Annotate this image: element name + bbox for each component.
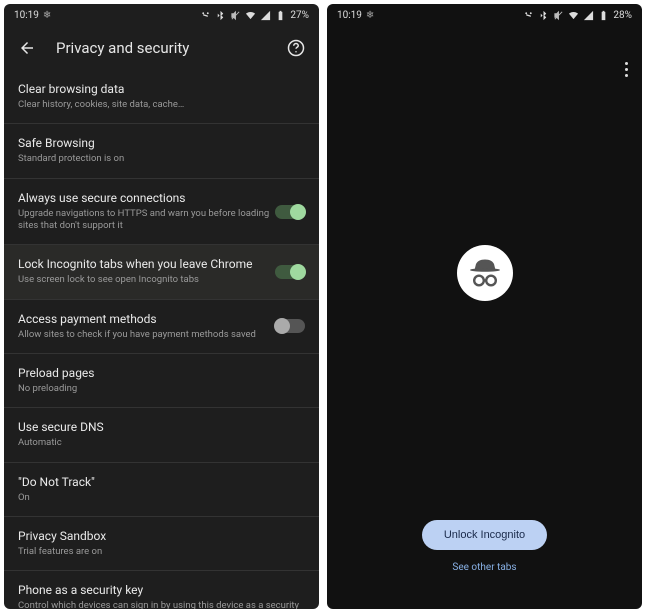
help-button[interactable] xyxy=(283,35,309,61)
row-title: Always use secure connections xyxy=(18,191,275,205)
row-title: Phone as a security key xyxy=(18,583,305,597)
status-icons: 27% xyxy=(200,10,309,21)
settings-list: Clear browsing data Clear history, cookie… xyxy=(4,70,319,609)
row-title: Use secure DNS xyxy=(18,420,305,434)
status-icons: 28% xyxy=(523,10,632,21)
row-payment-methods[interactable]: Access payment methods Allow sites to che… xyxy=(4,300,319,354)
mute-icon xyxy=(230,10,241,21)
cast-icon xyxy=(200,10,211,21)
wifi-icon xyxy=(568,10,579,21)
incognito-lock-screen: 10:19 ❄ 28% xyxy=(327,4,642,609)
toggle-secure-connections[interactable] xyxy=(275,205,305,219)
unlock-incognito-button[interactable]: Unlock Incognito xyxy=(422,520,547,550)
battery-icon xyxy=(598,10,609,21)
mute-icon xyxy=(553,10,564,21)
bluetooth-icon xyxy=(538,10,549,21)
row-title: Privacy Sandbox xyxy=(18,529,305,543)
cast-icon xyxy=(523,10,534,21)
row-sub: Clear history, cookies, site data, cache… xyxy=(18,99,305,111)
row-preload-pages[interactable]: Preload pages No preloading xyxy=(4,354,319,408)
arrow-back-icon xyxy=(18,39,36,57)
toggle-payment-methods[interactable] xyxy=(275,319,305,333)
signal-icon xyxy=(260,10,271,21)
page-title: Privacy and security xyxy=(56,39,283,57)
overflow-menu-button[interactable] xyxy=(625,62,628,77)
back-button[interactable] xyxy=(14,35,40,61)
row-sub: Standard protection is on xyxy=(18,153,305,165)
row-privacy-sandbox[interactable]: Privacy Sandbox Trial features are on xyxy=(4,517,319,571)
battery-icon xyxy=(275,10,286,21)
row-title: Lock Incognito tabs when you leave Chrom… xyxy=(18,257,275,271)
row-sub: No preloading xyxy=(18,383,305,395)
incognito-icon xyxy=(467,255,503,291)
row-sub: Allow sites to check if you have payment… xyxy=(18,329,275,341)
row-sub: Trial features are on xyxy=(18,546,305,558)
row-clear-browsing-data[interactable]: Clear browsing data Clear history, cookie… xyxy=(4,70,319,124)
row-secure-dns[interactable]: Use secure DNS Automatic xyxy=(4,408,319,462)
row-secure-connections[interactable]: Always use secure connections Upgrade nav… xyxy=(4,179,319,246)
row-title: Preload pages xyxy=(18,366,305,380)
weather-icon: ❄ xyxy=(43,10,51,21)
battery-pct: 27% xyxy=(290,10,309,21)
wifi-icon xyxy=(245,10,256,21)
status-time: 10:19 xyxy=(14,10,39,21)
bluetooth-icon xyxy=(215,10,226,21)
row-title: "Do Not Track" xyxy=(18,475,305,489)
incognito-indicator xyxy=(327,26,642,520)
row-title: Safe Browsing xyxy=(18,136,305,150)
row-sub: Automatic xyxy=(18,437,305,449)
row-safe-browsing[interactable]: Safe Browsing Standard protection is on xyxy=(4,124,319,178)
header: Privacy and security xyxy=(4,26,319,70)
status-bar: 10:19 ❄ 27% xyxy=(4,4,319,26)
row-title: Clear browsing data xyxy=(18,82,305,96)
row-phone-security-key[interactable]: Phone as a security key Control which dev… xyxy=(4,571,319,609)
weather-icon: ❄ xyxy=(366,10,374,21)
row-sub: Use screen lock to see open Incognito ta… xyxy=(18,274,275,286)
row-sub: On xyxy=(18,492,305,504)
row-do-not-track[interactable]: "Do Not Track" On xyxy=(4,463,319,517)
row-lock-incognito[interactable]: Lock Incognito tabs when you leave Chrom… xyxy=(4,245,319,299)
settings-screen: 10:19 ❄ 27% Privacy and security xyxy=(4,4,319,609)
row-sub: Upgrade navigations to HTTPS and warn yo… xyxy=(18,208,275,233)
signal-icon xyxy=(583,10,594,21)
incognito-icon-circle xyxy=(457,245,513,301)
status-bar: 10:19 ❄ 28% xyxy=(327,4,642,26)
row-title: Access payment methods xyxy=(18,312,275,326)
toggle-lock-incognito[interactable] xyxy=(275,265,305,279)
row-sub: Control which devices can sign in by usi… xyxy=(18,600,305,609)
status-time: 10:19 xyxy=(337,10,362,21)
help-icon xyxy=(287,39,305,57)
see-other-tabs-link[interactable]: See other tabs xyxy=(452,562,516,573)
battery-pct: 28% xyxy=(613,10,632,21)
